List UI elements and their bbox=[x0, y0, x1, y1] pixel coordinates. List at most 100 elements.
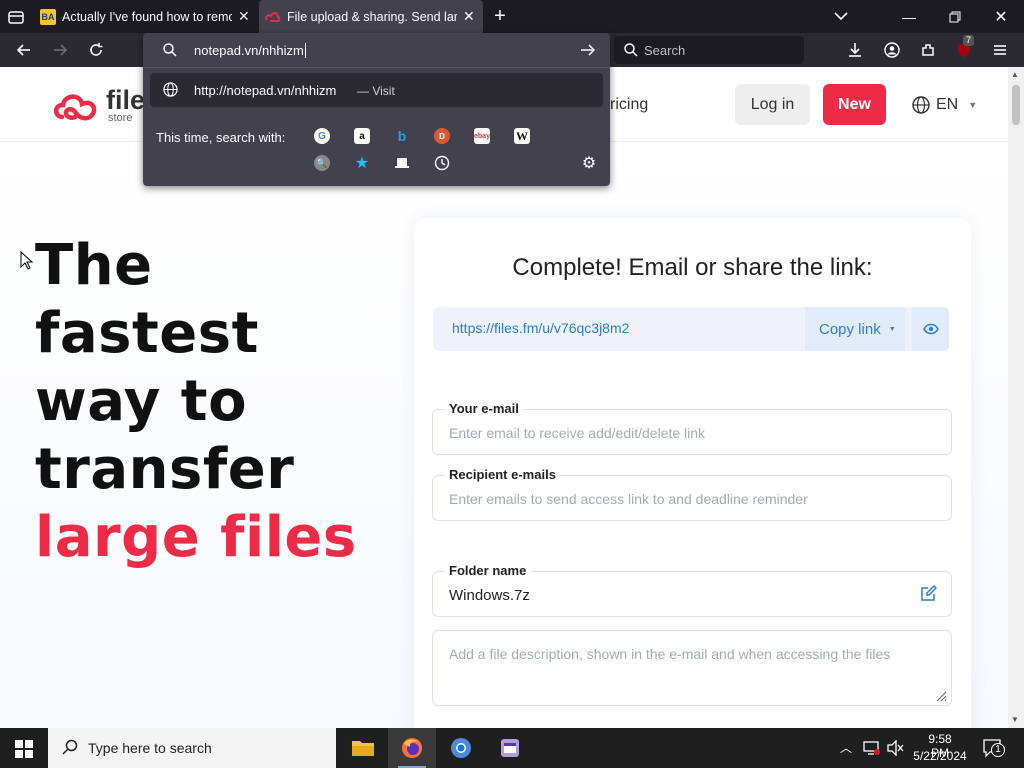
search-icon bbox=[163, 43, 177, 60]
folder-name-value: Windows.7z bbox=[449, 587, 530, 604]
tab-overview-icon[interactable] bbox=[6, 7, 26, 27]
wikipedia-engine-icon[interactable]: W bbox=[514, 128, 530, 144]
page-scrollbar[interactable]: ▲ ▼ bbox=[1008, 67, 1024, 728]
close-tab-icon[interactable]: ✕ bbox=[463, 8, 475, 25]
recipients-label: Recipient e-mails bbox=[445, 467, 560, 482]
tab-notepad[interactable]: BA Actually I've found how to remove ✕ bbox=[34, 0, 256, 33]
mouse-cursor-icon bbox=[20, 250, 34, 276]
new-tab-icon[interactable]: + bbox=[490, 6, 510, 26]
notification-count: 1 bbox=[991, 743, 1005, 757]
search-icon bbox=[62, 739, 78, 758]
search-placeholder: Search bbox=[644, 42, 686, 58]
firefox-icon[interactable] bbox=[388, 728, 436, 768]
globe-icon bbox=[912, 96, 930, 114]
login-button[interactable]: Log in bbox=[735, 84, 810, 125]
url-bar[interactable]: notepad.vn/nhhizm bbox=[143, 33, 610, 67]
logo-subtext: store bbox=[108, 112, 133, 124]
folder-name-label: Folder name bbox=[445, 563, 531, 578]
forward-icon[interactable] bbox=[47, 38, 73, 62]
edit-icon[interactable] bbox=[919, 584, 938, 608]
description-field[interactable]: Add a file description, shown in the e-m… bbox=[432, 630, 952, 706]
share-card: Complete! Email or share the link: https… bbox=[414, 218, 971, 728]
suggestion-url: http://notepad.vn/nhhizm bbox=[194, 83, 337, 98]
language-selector[interactable]: EN ▼ bbox=[912, 95, 977, 115]
notifications-icon[interactable]: 1 bbox=[982, 738, 1005, 763]
chevron-up-icon[interactable]: ︿ bbox=[840, 739, 852, 756]
search-bar[interactable]: Search bbox=[614, 36, 804, 64]
filesfm-favicon-icon bbox=[265, 9, 281, 25]
windows-start-icon[interactable] bbox=[15, 740, 33, 763]
cloud-logo-icon bbox=[53, 94, 97, 121]
search-settings-gear-icon[interactable]: ⚙ bbox=[581, 155, 597, 172]
scroll-down-icon[interactable]: ▼ bbox=[1011, 715, 1019, 724]
email-label: Your e-mail bbox=[445, 401, 523, 416]
site-logo[interactable]: file store bbox=[52, 85, 147, 127]
preview-button[interactable] bbox=[912, 307, 949, 351]
hero-line: way to bbox=[35, 369, 248, 434]
tab-title: Actually I've found how to remove bbox=[62, 9, 232, 24]
tab-filesfm[interactable]: File upload & sharing. Send large ✕ bbox=[259, 0, 483, 33]
minimize-icon[interactable]: — bbox=[886, 0, 932, 33]
list-tabs-icon[interactable] bbox=[832, 7, 850, 25]
url-dropdown-panel: notepad.vn/nhhizm http://notepad.vn/nhhi… bbox=[143, 33, 610, 186]
new-button[interactable]: New bbox=[823, 84, 886, 125]
close-tab-icon[interactable]: ✕ bbox=[238, 8, 250, 25]
search-with-label: This time, search with: bbox=[156, 130, 286, 145]
volume-muted-icon[interactable] bbox=[886, 739, 904, 761]
folder-name-field[interactable]: Folder name Windows.7z bbox=[432, 563, 952, 617]
menu-icon[interactable] bbox=[987, 38, 1013, 62]
restore-icon[interactable] bbox=[932, 0, 978, 33]
caret-down-icon: ▼ bbox=[888, 325, 896, 333]
search-engine-icon[interactable]: 🔍 bbox=[314, 155, 330, 171]
search-icon bbox=[624, 43, 638, 60]
email-field[interactable]: Your e-mail Enter email to receive add/e… bbox=[432, 401, 952, 455]
tabs-icon[interactable] bbox=[394, 155, 410, 171]
share-link-box: https://files.fm/u/v76qc3j8m2 Copy link … bbox=[433, 307, 949, 351]
back-icon[interactable] bbox=[11, 38, 37, 62]
extensions-icon[interactable] bbox=[915, 38, 941, 62]
file-explorer-icon[interactable] bbox=[339, 728, 387, 768]
share-link[interactable]: https://files.fm/u/v76qc3j8m2 bbox=[452, 320, 629, 336]
chrome-icon[interactable] bbox=[437, 728, 485, 768]
language-label: EN bbox=[936, 96, 959, 113]
duckduckgo-engine-icon[interactable]: D bbox=[434, 128, 450, 144]
tab-title: File upload & sharing. Send large bbox=[287, 9, 457, 24]
ublock-extension-icon[interactable]: 7 bbox=[951, 35, 977, 62]
close-window-icon[interactable]: ✕ bbox=[978, 0, 1024, 33]
amazon-engine-icon[interactable]: a bbox=[354, 128, 370, 144]
eye-icon bbox=[922, 323, 939, 335]
url-suggestion[interactable]: http://notepad.vn/nhhizm — Visit bbox=[150, 73, 603, 107]
url-divider bbox=[143, 67, 610, 68]
history-icon[interactable] bbox=[434, 155, 450, 171]
card-title: Complete! Email or share the link: bbox=[512, 254, 873, 281]
caret-down-icon: ▼ bbox=[968, 100, 978, 110]
bing-engine-icon[interactable]: b bbox=[394, 128, 410, 144]
app-window-icon[interactable] bbox=[486, 728, 534, 768]
hero-line-highlight: large files bbox=[35, 505, 357, 570]
downloads-icon[interactable] bbox=[842, 38, 868, 62]
resize-handle-icon[interactable] bbox=[935, 689, 947, 707]
ebay-engine-icon[interactable]: ebay bbox=[474, 128, 490, 144]
clock-date[interactable]: 5/22/2024 bbox=[910, 749, 970, 763]
scroll-thumb[interactable] bbox=[1012, 85, 1020, 125]
suggestion-action: — Visit bbox=[357, 84, 395, 98]
url-input-text[interactable]: notepad.vn/nhhizm bbox=[194, 43, 306, 58]
google-engine-icon[interactable]: G bbox=[314, 128, 330, 144]
copy-link-button[interactable]: Copy link ▼ bbox=[805, 307, 905, 351]
go-arrow-icon[interactable] bbox=[580, 43, 596, 60]
hero-line: The fastest bbox=[35, 233, 259, 366]
tab-strip: BA Actually I've found how to remove ✕ F… bbox=[0, 0, 1024, 33]
extension-badge: 7 bbox=[963, 35, 975, 46]
globe-icon bbox=[163, 82, 178, 100]
bookmarks-star-icon[interactable]: ★ bbox=[354, 155, 370, 172]
recipients-field[interactable]: Recipient e-mails Enter emails to send a… bbox=[432, 467, 952, 521]
recipients-placeholder: Enter emails to send access link to and … bbox=[449, 491, 808, 507]
pricing-link[interactable]: ricing bbox=[610, 96, 648, 114]
reload-icon[interactable] bbox=[83, 38, 109, 62]
scroll-up-icon[interactable]: ▲ bbox=[1011, 70, 1019, 79]
account-icon[interactable] bbox=[879, 38, 905, 62]
taskbar-search[interactable]: Type here to search bbox=[48, 728, 336, 768]
hero-line: transfer bbox=[35, 437, 295, 502]
network-icon[interactable] bbox=[862, 740, 880, 761]
copy-link-label: Copy link bbox=[819, 320, 881, 338]
